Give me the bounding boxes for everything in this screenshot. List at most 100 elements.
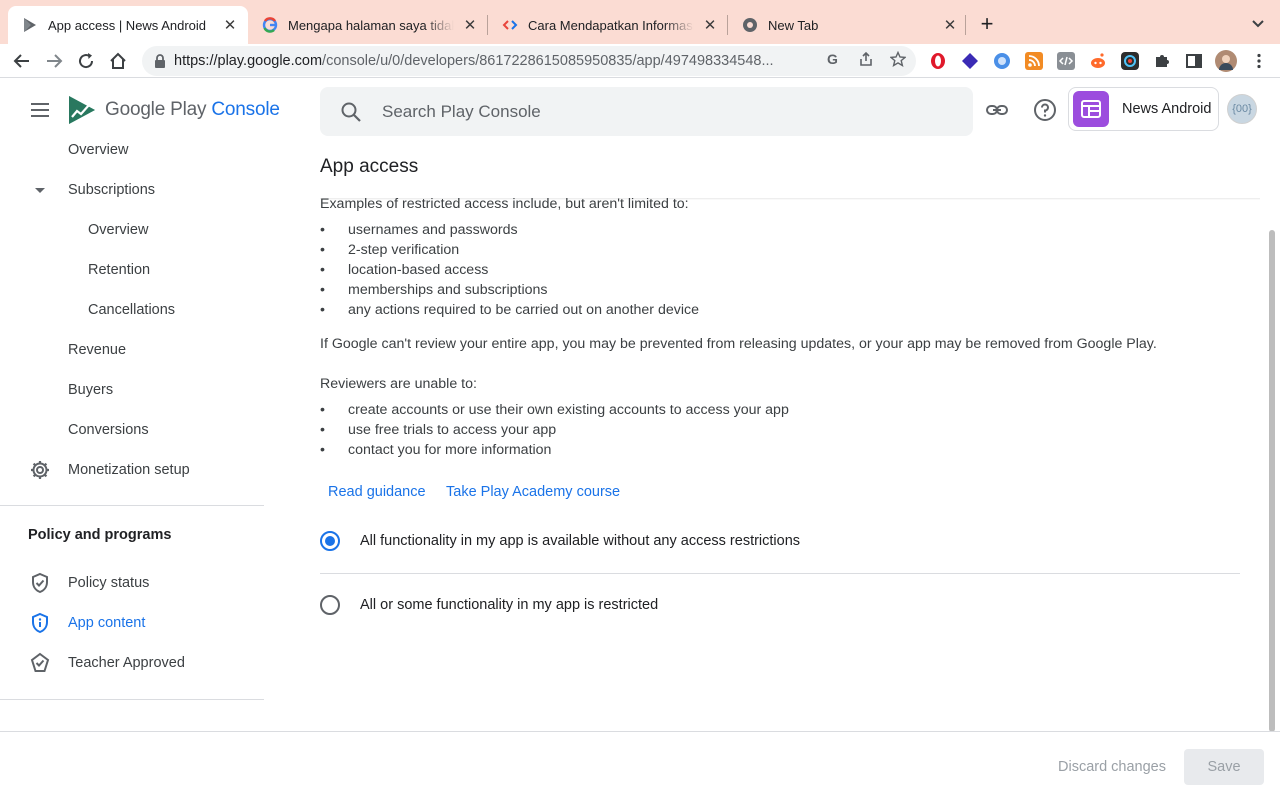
sidebar-item-subscriptions[interactable]: Subscriptions: [0, 170, 264, 210]
close-icon[interactable]: ✕: [462, 17, 478, 34]
back-button[interactable]: [10, 49, 34, 73]
sidebar-item-label: Overview: [68, 142, 129, 158]
sidebar-item-revenue[interactable]: Revenue: [0, 330, 264, 370]
tab-title: App access | News Android: [48, 17, 207, 33]
discard-changes-button[interactable]: Discard changes: [1058, 759, 1166, 775]
sidebar-item-buyers[interactable]: Buyers: [0, 370, 264, 410]
reload-icon: [79, 53, 94, 69]
globe-extension-icon[interactable]: [993, 52, 1011, 70]
browser-toolbar: https://play.google.com/console/u/0/deve…: [0, 44, 1280, 78]
radio-button[interactable]: [320, 531, 340, 551]
puzzle-icon[interactable]: [1153, 52, 1171, 70]
lock-icon: [155, 54, 165, 68]
reddit-icon[interactable]: [1089, 52, 1107, 70]
profile-avatar-icon[interactable]: [1215, 50, 1237, 72]
read-guidance-link[interactable]: Read guidance: [328, 484, 426, 500]
sidebar-item-teacher-approved[interactable]: Teacher Approved: [0, 643, 264, 683]
sidebar-item-label: Monetization setup: [68, 462, 190, 478]
arrow-right-icon: [47, 54, 63, 68]
sidebar-item-label: Teacher Approved: [68, 655, 185, 671]
close-icon[interactable]: ✕: [702, 17, 718, 34]
page-title: App access: [320, 156, 419, 177]
menu-icon[interactable]: [28, 98, 52, 122]
chevron-down-icon[interactable]: [1248, 14, 1268, 34]
browser-tab-active[interactable]: App access | News Android ✕: [8, 6, 248, 44]
sidebar-section-title: Policy and programs: [28, 527, 172, 543]
logo-text: Google Play Console: [105, 99, 280, 120]
badge-check-icon: [29, 652, 51, 674]
sidebar: Overview Subscriptions Overview Retentio…: [0, 136, 264, 731]
browser-tab[interactable]: Mengapa halaman saya tidak m ✕: [248, 6, 488, 44]
reload-button[interactable]: [74, 49, 98, 73]
link-icon[interactable]: [985, 98, 1009, 122]
browser-tab[interactable]: Cara Mendapatkan Informasi di ✕: [488, 6, 728, 44]
search-icon: [341, 102, 361, 122]
footer-action-bar: Discard changes Save: [0, 731, 1280, 800]
search-input[interactable]: [382, 101, 942, 122]
google-lens-icon[interactable]: G: [826, 51, 842, 67]
tab-title: Cara Mendapatkan Informasi di: [528, 17, 694, 33]
sidebar-item-label: Cancellations: [88, 302, 176, 318]
sidebar-item-monetization-setup[interactable]: Monetization setup: [0, 450, 264, 490]
svg-text:G: G: [827, 51, 838, 67]
help-icon[interactable]: [1033, 98, 1057, 122]
sidebar-item-app-content[interactable]: App content: [0, 603, 264, 643]
new-tab-button[interactable]: +: [975, 13, 999, 37]
scrollbar[interactable]: [1269, 230, 1275, 732]
option-restricted[interactable]: All or some functionality in my app is r…: [320, 593, 1240, 617]
side-panel-icon[interactable]: [1185, 52, 1203, 70]
radio-button[interactable]: [320, 595, 340, 615]
play-console-logo[interactable]: Google Play Console: [67, 94, 280, 126]
more-vert-icon[interactable]: [1250, 52, 1268, 70]
screen-recorder-icon[interactable]: [1121, 52, 1139, 70]
play-console-logo-icon: [69, 96, 95, 124]
forward-button[interactable]: [42, 49, 66, 73]
arrow-left-icon: [13, 54, 29, 68]
sidebar-item-conversions[interactable]: Conversions: [0, 410, 264, 450]
code-icon: [502, 17, 518, 33]
app-name: News Android: [1122, 101, 1212, 117]
url-text[interactable]: https://play.google.com/console/u/0/deve…: [174, 53, 814, 69]
gear-icon: [29, 459, 51, 481]
sidebar-item-label: Revenue: [68, 342, 127, 358]
url-path: /console/u/0/developers/8617228615085950…: [322, 53, 774, 69]
option-label: All or some functionality in my app is r…: [360, 597, 659, 613]
reviewers-intro: Reviewers are unable to:: [320, 376, 477, 392]
google-icon: [262, 17, 278, 33]
browser-tab[interactable]: New Tab ✕: [728, 6, 968, 44]
shield-check-icon: [29, 572, 51, 594]
app-selector[interactable]: News Android: [1068, 87, 1219, 131]
options-divider: [320, 573, 1240, 574]
caret-down-icon: [29, 179, 51, 201]
opera-extension-icon[interactable]: [929, 52, 947, 70]
chrome-icon: [742, 17, 758, 33]
account-avatar[interactable]: {00}: [1227, 94, 1257, 124]
warning-text: If Google can't review your entire app, …: [320, 336, 1157, 352]
option-no-restrictions[interactable]: All functionality in my app is available…: [320, 529, 1240, 553]
sidebar-item-retention[interactable]: Retention: [0, 250, 264, 290]
sidebar-item-label: Policy status: [68, 575, 150, 591]
star-icon[interactable]: [890, 51, 906, 67]
address-bar[interactable]: https://play.google.com/console/u/0/deve…: [142, 46, 916, 76]
search-bar[interactable]: [320, 87, 973, 136]
tab-separator: [965, 15, 966, 35]
sidebar-item-overview[interactable]: Overview: [0, 130, 264, 170]
sidebar-item-policy-status[interactable]: Policy status: [0, 563, 264, 603]
sidebar-item-cancellations[interactable]: Cancellations: [0, 290, 264, 330]
home-button[interactable]: [106, 49, 130, 73]
sidebar-item-label: Subscriptions: [68, 182, 156, 198]
tab-title: New Tab: [768, 17, 819, 33]
save-button[interactable]: Save: [1184, 749, 1264, 785]
sidebar-item-label: Retention: [88, 262, 151, 278]
share-icon[interactable]: [858, 51, 874, 67]
sidebar-item-label: App content: [68, 615, 146, 631]
close-icon[interactable]: ✕: [942, 17, 958, 34]
code-extension-icon[interactable]: [1057, 52, 1075, 70]
close-icon[interactable]: ✕: [222, 17, 238, 34]
sidebar-item-label: Overview: [88, 222, 149, 238]
play-academy-link[interactable]: Take Play Academy course: [446, 484, 620, 500]
play-console-icon: [22, 17, 38, 33]
rss-icon[interactable]: [1025, 52, 1043, 70]
sidebar-item-subscriptions-overview[interactable]: Overview: [0, 210, 264, 250]
diamond-extension-icon[interactable]: [961, 52, 979, 70]
